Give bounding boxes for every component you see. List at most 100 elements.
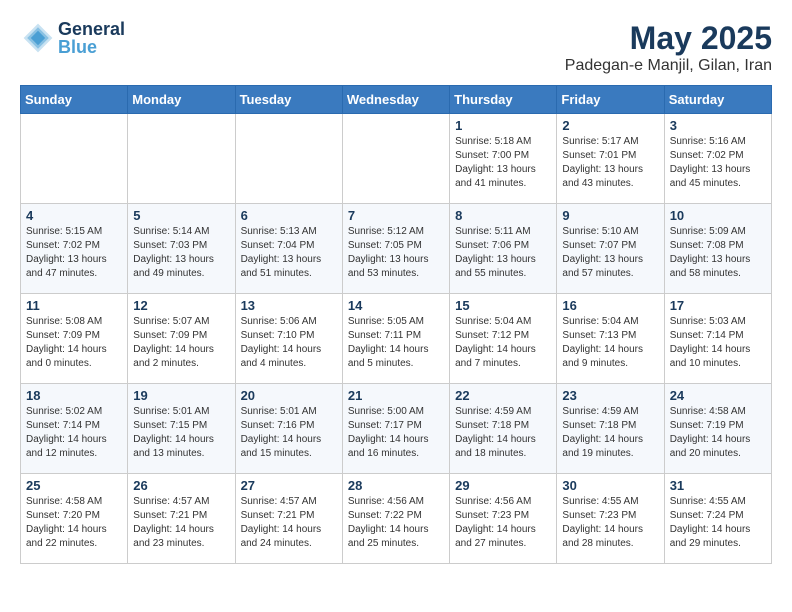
calendar-cell: 8 Sunrise: 5:11 AM Sunset: 7:06 PM Daylig… (450, 204, 557, 294)
day-number: 24 (670, 388, 766, 403)
calendar-cell: 10 Sunrise: 5:09 AM Sunset: 7:08 PM Dayli… (664, 204, 771, 294)
day-number: 11 (26, 298, 122, 313)
day-number: 5 (133, 208, 229, 223)
day-number: 1 (455, 118, 551, 133)
day-info: Sunrise: 5:01 AM Sunset: 7:16 PM Dayligh… (241, 405, 337, 461)
day-number: 7 (348, 208, 444, 223)
page-header: General Blue May 2025 Padegan-e Manjil, … (20, 20, 772, 75)
day-number: 25 (26, 478, 122, 493)
weekday-header-saturday: Saturday (664, 86, 771, 114)
calendar-cell: 24 Sunrise: 4:58 AM Sunset: 7:19 PM Dayli… (664, 384, 771, 474)
day-number: 14 (348, 298, 444, 313)
day-info: Sunrise: 5:13 AM Sunset: 7:04 PM Dayligh… (241, 225, 337, 281)
calendar-week-1: 1 Sunrise: 5:18 AM Sunset: 7:00 PM Daylig… (21, 114, 772, 204)
calendar-cell: 11 Sunrise: 5:08 AM Sunset: 7:09 PM Dayli… (21, 294, 128, 384)
day-number: 4 (26, 208, 122, 223)
day-number: 18 (26, 388, 122, 403)
calendar-cell: 3Sunrise: 5:16 AM Sunset: 7:02 PM Daylig… (664, 114, 771, 204)
day-info: Sunrise: 5:00 AM Sunset: 7:17 PM Dayligh… (348, 405, 444, 461)
calendar-cell: 7 Sunrise: 5:12 AM Sunset: 7:05 PM Daylig… (342, 204, 449, 294)
calendar-cell: 17 Sunrise: 5:03 AM Sunset: 7:14 PM Dayli… (664, 294, 771, 384)
day-info: Sunrise: 5:09 AM Sunset: 7:08 PM Dayligh… (670, 225, 766, 281)
day-info: Sunrise: 5:07 AM Sunset: 7:09 PM Dayligh… (133, 315, 229, 371)
calendar-cell: 30Sunrise: 4:55 AM Sunset: 7:23 PM Dayli… (557, 474, 664, 564)
calendar-cell (235, 114, 342, 204)
calendar-cell: 12 Sunrise: 5:07 AM Sunset: 7:09 PM Dayli… (128, 294, 235, 384)
day-info: Sunrise: 5:11 AM Sunset: 7:06 PM Dayligh… (455, 225, 551, 281)
calendar-cell: 4Sunrise: 5:15 AM Sunset: 7:02 PM Daylig… (21, 204, 128, 294)
day-info: Sunrise: 4:57 AM Sunset: 7:21 PM Dayligh… (133, 495, 229, 551)
calendar-cell: 6 Sunrise: 5:13 AM Sunset: 7:04 PM Daylig… (235, 204, 342, 294)
calendar-cell: 26Sunrise: 4:57 AM Sunset: 7:21 PM Dayli… (128, 474, 235, 564)
calendar-cell: 14Sunrise: 5:05 AM Sunset: 7:11 PM Dayli… (342, 294, 449, 384)
day-number: 20 (241, 388, 337, 403)
calendar-cell: 20 Sunrise: 5:01 AM Sunset: 7:16 PM Dayli… (235, 384, 342, 474)
weekday-header-thursday: Thursday (450, 86, 557, 114)
day-info: Sunrise: 4:57 AM Sunset: 7:21 PM Dayligh… (241, 495, 337, 551)
calendar-cell (342, 114, 449, 204)
day-info: Sunrise: 5:18 AM Sunset: 7:00 PM Dayligh… (455, 135, 551, 191)
calendar-cell: 15 Sunrise: 5:04 AM Sunset: 7:12 PM Dayli… (450, 294, 557, 384)
calendar-table: SundayMondayTuesdayWednesdayThursdayFrid… (20, 85, 772, 564)
day-number: 6 (241, 208, 337, 223)
day-number: 28 (348, 478, 444, 493)
day-number: 29 (455, 478, 551, 493)
logo: General Blue (20, 20, 125, 56)
calendar-cell: 2 Sunrise: 5:17 AM Sunset: 7:01 PM Daylig… (557, 114, 664, 204)
calendar-cell: 5Sunrise: 5:14 AM Sunset: 7:03 PM Daylig… (128, 204, 235, 294)
calendar-cell (128, 114, 235, 204)
calendar-week-2: 4Sunrise: 5:15 AM Sunset: 7:02 PM Daylig… (21, 204, 772, 294)
calendar-cell: 1 Sunrise: 5:18 AM Sunset: 7:00 PM Daylig… (450, 114, 557, 204)
day-info: Sunrise: 5:08 AM Sunset: 7:09 PM Dayligh… (26, 315, 122, 371)
title-section: May 2025 Padegan-e Manjil, Gilan, Iran (565, 20, 772, 75)
day-number: 8 (455, 208, 551, 223)
day-info: Sunrise: 4:58 AM Sunset: 7:20 PM Dayligh… (26, 495, 122, 551)
weekday-header-sunday: Sunday (21, 86, 128, 114)
day-number: 12 (133, 298, 229, 313)
calendar-cell: 13 Sunrise: 5:06 AM Sunset: 7:10 PM Dayli… (235, 294, 342, 384)
day-info: Sunrise: 5:12 AM Sunset: 7:05 PM Dayligh… (348, 225, 444, 281)
calendar-cell: 16 Sunrise: 5:04 AM Sunset: 7:13 PM Dayli… (557, 294, 664, 384)
day-info: Sunrise: 4:59 AM Sunset: 7:18 PM Dayligh… (455, 405, 551, 461)
calendar-cell: 21Sunrise: 5:00 AM Sunset: 7:17 PM Dayli… (342, 384, 449, 474)
calendar-cell: 9Sunrise: 5:10 AM Sunset: 7:07 PM Daylig… (557, 204, 664, 294)
calendar-cell: 28 Sunrise: 4:56 AM Sunset: 7:22 PM Dayli… (342, 474, 449, 564)
day-number: 3 (670, 118, 766, 133)
day-number: 2 (562, 118, 658, 133)
calendar-cell: 23Sunrise: 4:59 AM Sunset: 7:18 PM Dayli… (557, 384, 664, 474)
day-number: 10 (670, 208, 766, 223)
calendar-week-3: 11 Sunrise: 5:08 AM Sunset: 7:09 PM Dayli… (21, 294, 772, 384)
weekday-header-monday: Monday (128, 86, 235, 114)
day-info: Sunrise: 5:10 AM Sunset: 7:07 PM Dayligh… (562, 225, 658, 281)
day-number: 30 (562, 478, 658, 493)
weekday-header-wednesday: Wednesday (342, 86, 449, 114)
day-number: 22 (455, 388, 551, 403)
day-info: Sunrise: 5:04 AM Sunset: 7:12 PM Dayligh… (455, 315, 551, 371)
calendar-cell: 19Sunrise: 5:01 AM Sunset: 7:15 PM Dayli… (128, 384, 235, 474)
day-info: Sunrise: 4:55 AM Sunset: 7:24 PM Dayligh… (670, 495, 766, 551)
calendar-week-5: 25 Sunrise: 4:58 AM Sunset: 7:20 PM Dayli… (21, 474, 772, 564)
calendar-cell: 31 Sunrise: 4:55 AM Sunset: 7:24 PM Dayli… (664, 474, 771, 564)
day-info: Sunrise: 4:58 AM Sunset: 7:19 PM Dayligh… (670, 405, 766, 461)
location: Padegan-e Manjil, Gilan, Iran (565, 57, 772, 75)
day-info: Sunrise: 5:17 AM Sunset: 7:01 PM Dayligh… (562, 135, 658, 191)
day-info: Sunrise: 4:56 AM Sunset: 7:22 PM Dayligh… (348, 495, 444, 551)
month-year: May 2025 (565, 20, 772, 57)
day-number: 17 (670, 298, 766, 313)
logo-name: General Blue (58, 20, 125, 56)
day-info: Sunrise: 5:01 AM Sunset: 7:15 PM Dayligh… (133, 405, 229, 461)
day-info: Sunrise: 5:04 AM Sunset: 7:13 PM Dayligh… (562, 315, 658, 371)
day-number: 13 (241, 298, 337, 313)
weekday-header-friday: Friday (557, 86, 664, 114)
calendar-cell: 29Sunrise: 4:56 AM Sunset: 7:23 PM Dayli… (450, 474, 557, 564)
day-info: Sunrise: 5:06 AM Sunset: 7:10 PM Dayligh… (241, 315, 337, 371)
day-info: Sunrise: 4:59 AM Sunset: 7:18 PM Dayligh… (562, 405, 658, 461)
day-number: 31 (670, 478, 766, 493)
logo-general-text: General (58, 20, 125, 38)
weekday-header-tuesday: Tuesday (235, 86, 342, 114)
day-number: 16 (562, 298, 658, 313)
calendar-week-4: 18Sunrise: 5:02 AM Sunset: 7:14 PM Dayli… (21, 384, 772, 474)
day-info: Sunrise: 5:03 AM Sunset: 7:14 PM Dayligh… (670, 315, 766, 371)
day-number: 27 (241, 478, 337, 493)
day-number: 15 (455, 298, 551, 313)
